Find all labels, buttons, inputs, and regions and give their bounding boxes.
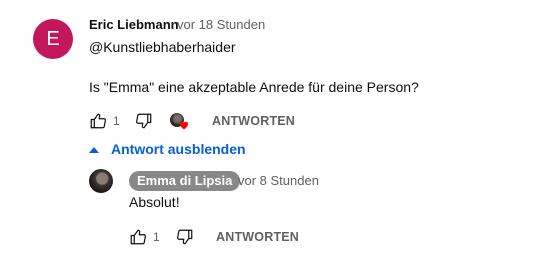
reply-like-count: 1 <box>153 230 160 244</box>
reply-thumbs-down-icon[interactable] <box>176 228 194 246</box>
reply-button[interactable]: ANTWORTEN <box>212 114 295 128</box>
comment-mention[interactable]: @Kunstliebhaberhaider <box>89 37 236 57</box>
reply-author-badge[interactable]: Emma di Lipsia <box>129 171 241 191</box>
creator-heart <box>170 113 192 133</box>
reply-text: Absolut! <box>129 194 180 210</box>
reply-thumbs-up-icon[interactable] <box>129 228 147 246</box>
thumbs-down-icon[interactable] <box>135 112 153 130</box>
comment-text: Is "Emma" eine akzeptable Anrede für dei… <box>89 79 419 95</box>
comment-author[interactable]: Eric Liebmann <box>89 17 179 32</box>
reply-reply-button[interactable]: ANTWORTEN <box>216 230 299 244</box>
comment-timestamp[interactable]: vor 18 Stunden <box>177 17 265 32</box>
thumbs-up-icon[interactable] <box>89 112 107 130</box>
heart-icon <box>180 121 188 130</box>
reply-avatar[interactable] <box>89 169 113 193</box>
reply-timestamp[interactable]: vor 8 Stunden <box>238 173 319 188</box>
caret-up-icon <box>89 147 99 153</box>
hide-replies-toggle[interactable]: Antwort ausblenden <box>89 140 259 160</box>
like-count: 1 <box>113 114 120 128</box>
hide-replies-label: Antwort ausblenden <box>111 141 246 157</box>
avatar[interactable]: E <box>33 19 73 59</box>
